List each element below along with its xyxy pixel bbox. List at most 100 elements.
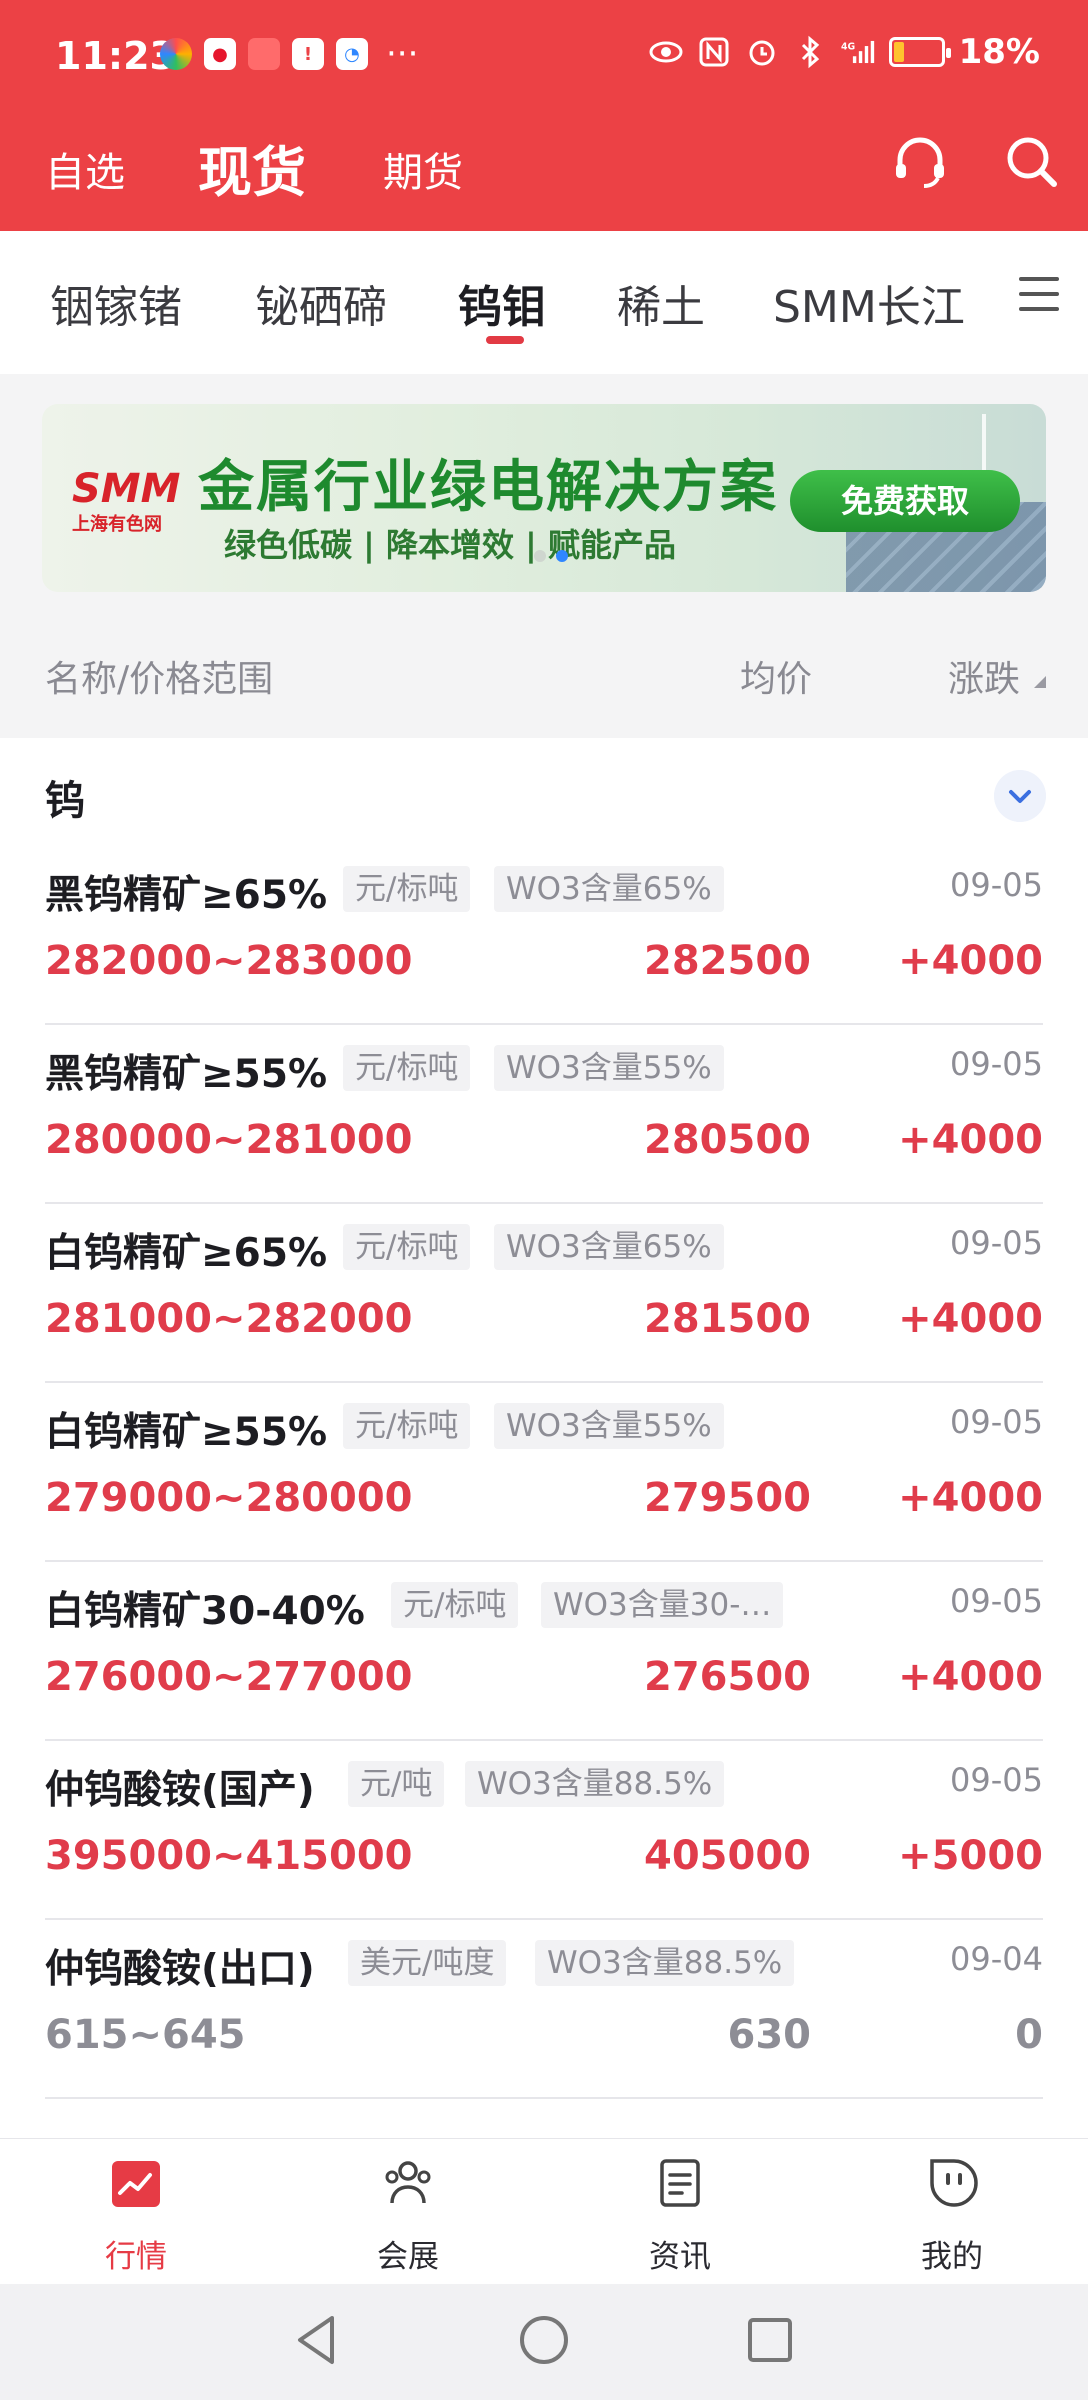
banner-cta-button[interactable]: 免费获取	[790, 470, 1020, 532]
headset-icon[interactable]	[888, 130, 952, 194]
active-tab-indicator	[486, 336, 524, 344]
svg-text:4G: 4G	[841, 41, 855, 52]
recents-icon[interactable]	[746, 2312, 794, 2368]
price-range: 282000~283000	[45, 938, 413, 984]
avg-price: 630	[727, 2012, 812, 2058]
status-bar: 11:23 ● ! ◔ ··· 4G 18%	[0, 0, 1088, 110]
sort-icon[interactable]	[1034, 676, 1046, 688]
price-change: +4000	[898, 1475, 1043, 1521]
people-icon	[385, 2161, 431, 2204]
table-row[interactable]: 仲钨酸铵(出口) 美元/吨度 WO3含量88.5% 09-04 615~645 …	[45, 1920, 1043, 2099]
price-change: 0	[1015, 2012, 1043, 2058]
eye-icon	[649, 41, 683, 63]
avg-price: 280500	[644, 1117, 811, 1163]
table-row[interactable]: 白钨精矿≥65% 元/标吨 WO3含量65% 09-05 281000~2820…	[45, 1204, 1043, 1383]
row-date: 09-04	[950, 1940, 1043, 1978]
nav-item-profile[interactable]: 我的	[816, 2139, 1088, 2285]
smm-logo-subtitle: 上海有色网	[72, 514, 162, 535]
banner-subtitle: 绿色低碳 | 降本增效 | 赋能产品	[224, 526, 676, 564]
product-name: 白钨精矿30-40%	[45, 1589, 365, 1634]
category-tab[interactable]: SMM长江	[773, 271, 965, 335]
category-tab[interactable]: 铟镓锗	[50, 271, 182, 335]
header: 11:23 ● ! ◔ ··· 4G 18% 自选 现货 期货	[0, 0, 1088, 231]
product-name: 仲钨酸铵(出口)	[45, 1947, 315, 1992]
price-range: 281000~282000	[45, 1296, 413, 1342]
price-range: 276000~277000	[45, 1654, 413, 1700]
row-date: 09-05	[950, 1224, 1043, 1262]
profile-icon	[930, 2159, 978, 2207]
top-nav: 自选 现货 期货	[0, 120, 1088, 220]
spec-tag: WO3含量55%	[494, 1403, 724, 1449]
spec-tag: WO3含量88.5%	[535, 1940, 795, 1986]
nav-label: 行情	[105, 2239, 167, 2275]
product-name: 仲钨酸铵(国产)	[45, 1768, 315, 1813]
product-name: 白钨精矿≥55%	[45, 1410, 328, 1455]
chart-trend-icon	[112, 2161, 160, 2207]
row-date: 09-05	[950, 1045, 1043, 1083]
unit-tag: 元/标吨	[343, 1224, 471, 1270]
category-tabs: 铟镓锗 铋硒碲 钨钼 稀土 SMM长江	[0, 231, 1088, 374]
price-list: 钨 黑钨精矿≥65% 元/标吨 WO3含量65% 09-05 282000~28…	[0, 738, 1088, 2138]
nav-label: 我的	[921, 2239, 983, 2275]
column-header: 名称/价格范围 均价 涨跌	[0, 622, 1088, 722]
spec-tag: WO3含量30-…	[541, 1582, 784, 1628]
home-icon[interactable]	[518, 2312, 570, 2368]
price-range: 615~645	[45, 2012, 246, 2058]
promo-banner[interactable]: SMM 上海有色网 金属行业绿电解决方案 绿色低碳 | 降本增效 | 赋能产品 …	[42, 404, 1046, 592]
column-name: 名称/价格范围	[45, 659, 274, 700]
table-row[interactable]: 白钨精矿≥55% 元/标吨 WO3含量55% 09-05 279000~2800…	[45, 1383, 1043, 1562]
more-notifications: ···	[386, 34, 419, 74]
unit-tag: 元/标吨	[343, 1403, 471, 1449]
back-icon[interactable]	[292, 2312, 342, 2368]
status-time: 11:23	[55, 34, 176, 78]
chat-icon: ◔	[336, 38, 368, 70]
carousel-dot	[534, 550, 546, 562]
menu-icon[interactable]	[1019, 277, 1059, 317]
bottom-nav: 行情 会展 资讯 我的	[0, 2138, 1088, 2284]
spec-tag: WO3含量65%	[494, 866, 724, 912]
weibo-icon: ●	[204, 38, 236, 70]
smm-logo: SMM	[72, 466, 181, 512]
product-name: 黑钨精矿≥65%	[45, 873, 328, 918]
category-tab[interactable]: 铋硒碲	[255, 271, 387, 335]
nav-label: 资讯	[649, 2239, 711, 2275]
table-row[interactable]: 白钨精矿30-40% 元/标吨 WO3含量30-… 09-05 276000~2…	[45, 1562, 1043, 1741]
category-tab[interactable]: 稀土	[617, 271, 705, 335]
system-nav-bar	[0, 2284, 1088, 2400]
price-range: 280000~281000	[45, 1117, 413, 1163]
avg-price: 405000	[644, 1833, 811, 1879]
avg-price: 279500	[644, 1475, 811, 1521]
app-notification-icon	[160, 38, 192, 70]
tab-futures[interactable]: 期货	[383, 140, 463, 198]
unit-tag: 元/吨	[348, 1761, 445, 1807]
table-row[interactable]: 黑钨精矿≥65% 元/标吨 WO3含量65% 09-05 282000~2830…	[45, 846, 1043, 1025]
spec-tag: WO3含量88.5%	[465, 1761, 725, 1807]
product-name: 黑钨精矿≥55%	[45, 1052, 328, 1097]
search-icon[interactable]	[1000, 130, 1064, 194]
nav-label: 会展	[377, 2239, 439, 2275]
category-tab-active[interactable]: 钨钼	[458, 271, 546, 335]
nfc-icon	[699, 37, 729, 67]
carousel-dot-active	[556, 550, 568, 562]
nav-item-market[interactable]: 行情	[0, 2139, 272, 2285]
price-range: 395000~415000	[45, 1833, 413, 1879]
spec-tag: WO3含量55%	[494, 1045, 724, 1091]
row-date: 09-05	[950, 1761, 1043, 1799]
nav-item-exhibitions[interactable]: 会展	[272, 2139, 544, 2285]
tab-spot[interactable]: 现货	[198, 128, 306, 207]
app-store-icon	[248, 38, 280, 70]
price-change: +4000	[898, 1296, 1043, 1342]
nav-item-news[interactable]: 资讯	[544, 2139, 816, 2285]
table-row[interactable]: 仲钨酸铵(国产) 元/吨 WO3含量88.5% 09-05 395000~415…	[45, 1741, 1043, 1920]
chevron-down-icon[interactable]	[994, 770, 1046, 822]
table-row[interactable]: 黑钨精矿≥55% 元/标吨 WO3含量55% 09-05 280000~2810…	[45, 1025, 1043, 1204]
battery-level: 18%	[958, 32, 1040, 72]
price-change: +4000	[898, 938, 1043, 984]
row-date: 09-05	[950, 1582, 1043, 1620]
alarm-icon	[749, 40, 775, 66]
tab-watchlist[interactable]: 自选	[45, 140, 125, 198]
column-change[interactable]: 涨跌	[948, 650, 1020, 702]
alert-icon: !	[292, 38, 324, 70]
unit-tag: 美元/吨度	[348, 1940, 507, 1986]
row-date: 09-05	[950, 1403, 1043, 1441]
